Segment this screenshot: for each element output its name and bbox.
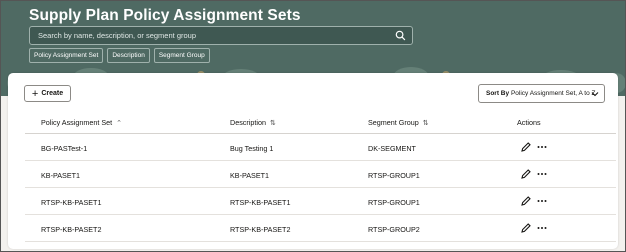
create-button[interactable]: + Create bbox=[24, 85, 71, 102]
cell-segment-group: RTSP-GROUP2 bbox=[368, 225, 420, 234]
cell-description: Bug Testing 1 bbox=[230, 144, 274, 153]
search-icon[interactable] bbox=[395, 30, 406, 41]
sort-by-label: Sort By bbox=[486, 90, 510, 97]
column-header-description[interactable]: Description ⇅ bbox=[230, 118, 276, 127]
sort-ascending-icon[interactable]: ⌃ bbox=[116, 120, 122, 127]
cell-policy-assignment-set[interactable]: BG-PASTest-1 bbox=[41, 144, 87, 153]
cell-policy-assignment-set[interactable]: RTSP-KB-PASET1 bbox=[41, 198, 101, 207]
more-horizontal-icon[interactable] bbox=[536, 141, 548, 153]
pencil-icon[interactable] bbox=[520, 195, 532, 207]
search-filter-chips: Policy Assignment Set Description Segmen… bbox=[29, 48, 210, 63]
sort-by-value: Policy Assignment Set, A to Z bbox=[510, 90, 596, 97]
search-input[interactable] bbox=[30, 27, 388, 44]
cell-description: KB-PASET1 bbox=[230, 171, 270, 180]
cell-description: RTSP-KB-PASET1 bbox=[230, 198, 291, 207]
more-horizontal-icon[interactable] bbox=[536, 195, 548, 207]
table-row[interactable]: RTSP-KB-PASET1 RTSP-KB-PASET1 RTSP-GROUP… bbox=[25, 188, 616, 215]
more-horizontal-icon[interactable] bbox=[536, 222, 548, 234]
cell-description: RTSP-KB-PASET2 bbox=[230, 225, 291, 234]
sort-toggle-icon[interactable]: ⇅ bbox=[423, 120, 429, 127]
pencil-icon[interactable] bbox=[520, 141, 532, 153]
table-row[interactable]: KB-PASET1 KB-PASET1 RTSP-GROUP1 bbox=[25, 161, 616, 188]
pencil-icon[interactable] bbox=[520, 222, 532, 234]
filter-chip-description[interactable]: Description bbox=[107, 48, 150, 63]
more-horizontal-icon[interactable] bbox=[536, 168, 548, 180]
table-row[interactable]: BG-PASTest-1 Bug Testing 1 DK-SEGMENT bbox=[25, 134, 616, 161]
chevron-down-icon bbox=[591, 92, 599, 97]
filter-chip-segment-group[interactable]: Segment Group bbox=[153, 48, 210, 63]
page-title: Supply Plan Policy Assignment Sets bbox=[29, 7, 301, 24]
table-row[interactable]: RTSP-KB-PASET2 RTSP-KB-PASET2 RTSP-GROUP… bbox=[25, 215, 616, 242]
column-header-segment-group[interactable]: Segment Group ⇅ bbox=[368, 118, 429, 127]
table-header-row: Policy Assignment Set ⌃ Description ⇅ Segm… bbox=[25, 110, 616, 134]
cell-segment-group: RTSP-GROUP1 bbox=[368, 198, 420, 207]
column-header-actions: Actions bbox=[517, 118, 541, 127]
policy-assignment-sets-table: Policy Assignment Set ⌃ Description ⇅ Segm… bbox=[25, 110, 616, 242]
pencil-icon[interactable] bbox=[520, 168, 532, 180]
cell-segment-group: RTSP-GROUP1 bbox=[368, 171, 420, 180]
search-box[interactable] bbox=[29, 26, 413, 45]
app-window: Supply Plan Policy Assignment Sets Polic… bbox=[0, 0, 626, 252]
sort-by-select[interactable]: Sort By Policy Assignment Set, A to Z bbox=[478, 84, 605, 103]
cell-policy-assignment-set[interactable]: RTSP-KB-PASET2 bbox=[41, 225, 101, 234]
filter-chip-policy-assignment-set[interactable]: Policy Assignment Set bbox=[29, 48, 104, 63]
column-header-policy-assignment-set[interactable]: Policy Assignment Set ⌃ bbox=[41, 118, 122, 127]
cell-policy-assignment-set[interactable]: KB-PASET1 bbox=[41, 171, 80, 180]
sort-toggle-icon[interactable]: ⇅ bbox=[270, 120, 276, 127]
plus-icon: + bbox=[31, 87, 39, 100]
create-button-label: Create bbox=[41, 90, 64, 97]
cell-segment-group: DK-SEGMENT bbox=[368, 144, 416, 153]
